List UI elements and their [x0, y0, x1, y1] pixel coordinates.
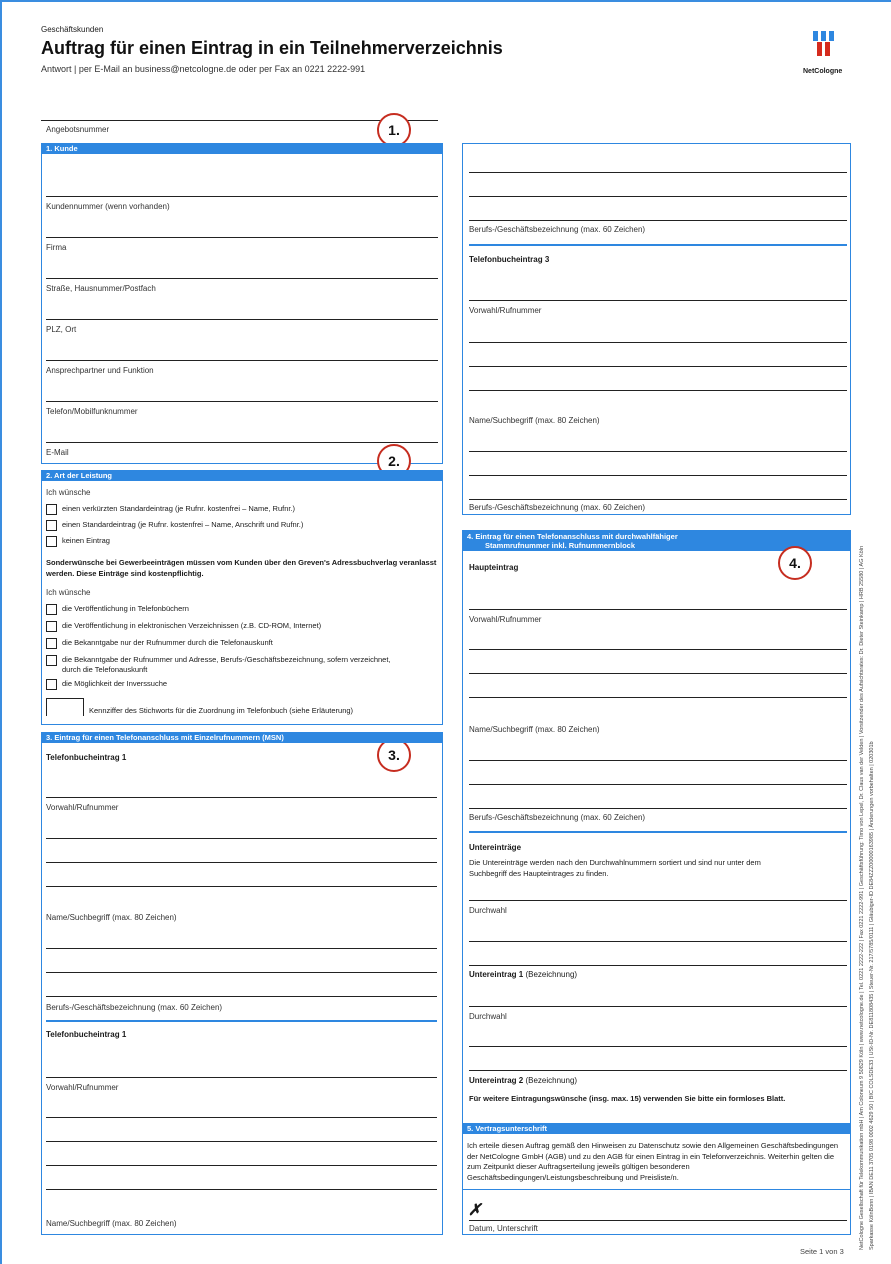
plz-ort-label: PLZ, Ort — [46, 325, 77, 334]
vorwahl-label: Vorwahl/Rufnummer — [469, 615, 542, 624]
vorwahl-label: Vorwahl/Rufnummer — [46, 803, 119, 812]
section-durchwahl-header: 4. Eintrag für einen Telefonanschluss mi… — [467, 532, 678, 541]
checkbox-verkuerzt[interactable] — [46, 504, 57, 515]
telefonbucheintrag-3-title: Telefonbucheintrag 3 — [469, 255, 550, 264]
section-art-der-leistung: 2. Art der Leistung Ich wünsche einen ve… — [41, 470, 443, 725]
plz-ort-field[interactable] — [46, 319, 438, 320]
option-label: einen Standardeintrag (je Rufnr. kostenf… — [62, 520, 304, 529]
firma-label: Firma — [46, 243, 67, 252]
option-label: die Bekanntgabe der Rufnummer und Adress… — [62, 655, 391, 674]
telefon-field[interactable] — [46, 401, 438, 402]
angebotsnummer-label: Angebotsnummer — [46, 125, 110, 134]
ansprechpartner-label: Ansprechpartner und Funktion — [46, 366, 154, 375]
option-label: die Veröffentlichung in Telefonbüchern — [62, 604, 189, 613]
category-label: Geschäftskunden — [41, 25, 104, 34]
kennziffer-input[interactable] — [46, 698, 84, 716]
untereintraege-title: Untereinträge — [469, 843, 522, 852]
legal-sidebar-1: NetCologne Gesellschaft für Telekommunik… — [859, 545, 865, 1250]
ansprechpartner-field[interactable] — [46, 360, 438, 361]
beruf-label: Berufs-/Geschäftsbezeichnung (max. 60 Ze… — [469, 225, 646, 234]
name-suchbegriff-label: Name/Suchbegriff (max. 80 Zeichen) — [46, 913, 177, 922]
vorwahl-label: Vorwahl/Rufnummer — [46, 1083, 119, 1092]
beruf-label: Berufs-/Geschäftsbezeichnung (max. 60 Ze… — [469, 813, 646, 822]
section-kunde: 1. Kunde Kundennummer (wenn vorhanden) F… — [41, 143, 443, 464]
durchwahl-label: Durchwahl — [469, 1012, 507, 1021]
kundennummer-field[interactable] — [46, 196, 438, 197]
option-label: keinen Eintrag — [62, 536, 110, 545]
legal-sidebar-2: Sparkasse KölnBonn | IBAN DE11 3705 0198… — [869, 741, 875, 1250]
email-field[interactable] — [46, 442, 438, 443]
checkbox-standard[interactable] — [46, 520, 57, 531]
firma-field[interactable] — [46, 237, 438, 238]
weitere-eintragungen-note: Für weitere Eintragungswünsche (insg. ma… — [469, 1094, 786, 1103]
page-subtitle: Antwort | per E-Mail an business@netcolo… — [41, 64, 366, 74]
untereintrag-2-title: Untereintrag 2 — [469, 1076, 524, 1085]
section-msn-header: 3. Eintrag für einen Telefonanschluss mi… — [42, 733, 442, 743]
bezeichnung-label: (Bezeichnung) — [525, 1076, 578, 1085]
agb-text: Ich erteile diesen Auftrag gemäß den Hin… — [467, 1141, 839, 1182]
name-suchbegriff-label: Name/Suchbegriff (max. 80 Zeichen) — [469, 725, 600, 734]
ich-wuensche-label: Ich wünsche — [46, 488, 91, 497]
ich-wuensche-label-2: Ich wünsche — [46, 588, 91, 597]
signature-line[interactable] — [469, 1220, 847, 1221]
option-label: die Bekanntgabe nur der Rufnummer durch … — [62, 638, 273, 647]
kundennummer-label: Kundennummer (wenn vorhanden) — [46, 202, 170, 211]
kennziffer-label: Kennziffer des Stichworts für die Zuordn… — [89, 706, 354, 715]
telefonbucheintrag-2-title: Telefonbucheintrag 1 — [46, 1030, 127, 1039]
checkbox-rufnummer-adresse[interactable] — [46, 655, 57, 666]
untereintrag-1-label: Untereintrag 1 (Bezeichnung) — [469, 970, 577, 979]
option-label: die Veröffentlichung in elektronischen V… — [62, 621, 322, 630]
checkbox-kein-eintrag[interactable] — [46, 536, 57, 547]
section-unterschrift-header: 5. Vertragsunterschrift — [463, 1124, 850, 1134]
untereintraege-note: Die Untereinträge werden nach den Durchw… — [469, 858, 761, 878]
netcologne-logo — [812, 30, 838, 64]
logo-text: NetCologne — [803, 68, 843, 75]
untereintrag-2-label: Untereintrag 2 (Bezeichnung) — [469, 1076, 577, 1085]
checkbox-inverssuche[interactable] — [46, 679, 57, 690]
strasse-label: Straße, Hausnummer/Postfach — [46, 284, 156, 293]
name-suchbegriff-label: Name/Suchbegriff (max. 80 Zeichen) — [469, 416, 600, 425]
untereintrag-1-title: Untereintrag 1 — [469, 970, 524, 979]
option-label: die Möglichkeit der Inverssuche — [62, 679, 168, 688]
page-number: Seite 1 von 3 — [800, 1247, 844, 1256]
continued-entries — [462, 143, 851, 515]
checkbox-telefonbuch[interactable] — [46, 604, 57, 615]
section-art-header: 2. Art der Leistung — [42, 471, 442, 481]
beruf-label: Berufs-/Geschäftsbezeichnung (max. 60 Ze… — [469, 503, 646, 512]
haupteintrag-title: Haupteintrag — [469, 563, 519, 572]
sonderwuensche-note: Sonderwünsche bei Gewerbeeinträgen müsse… — [46, 558, 437, 578]
telefon-label: Telefon/Mobilfunknummer — [46, 407, 138, 416]
option-label: einen verkürzten Standardeintrag (je Ruf… — [62, 504, 296, 513]
durchwahl-label: Durchwahl — [469, 906, 507, 915]
beruf-label: Berufs-/Geschäftsbezeichnung (max. 60 Ze… — [46, 1003, 223, 1012]
signature-mark: ✗ — [468, 1202, 482, 1219]
bezeichnung-label: (Bezeichnung) — [525, 970, 578, 979]
strasse-field[interactable] — [46, 278, 438, 279]
step-4-badge: 4. — [778, 546, 812, 580]
page-title: Auftrag für einen Eintrag in ein Teilneh… — [41, 38, 503, 58]
telefonbucheintrag-1-title: Telefonbucheintrag 1 — [46, 753, 127, 762]
name-suchbegriff-label: Name/Suchbegriff (max. 80 Zeichen) — [46, 1219, 177, 1228]
checkbox-elektronisch[interactable] — [46, 621, 57, 632]
section-vertragsunterschrift: 5. Vertragsunterschrift Ich erteile dies… — [462, 1123, 851, 1235]
vorwahl-label: Vorwahl/Rufnummer — [469, 306, 542, 315]
step-1-badge: 1. — [377, 113, 411, 147]
checkbox-nur-rufnummer[interactable] — [46, 638, 57, 649]
datum-unterschrift-label: Datum, Unterschrift — [469, 1224, 538, 1233]
section-kunde-header: 1. Kunde — [42, 144, 442, 154]
